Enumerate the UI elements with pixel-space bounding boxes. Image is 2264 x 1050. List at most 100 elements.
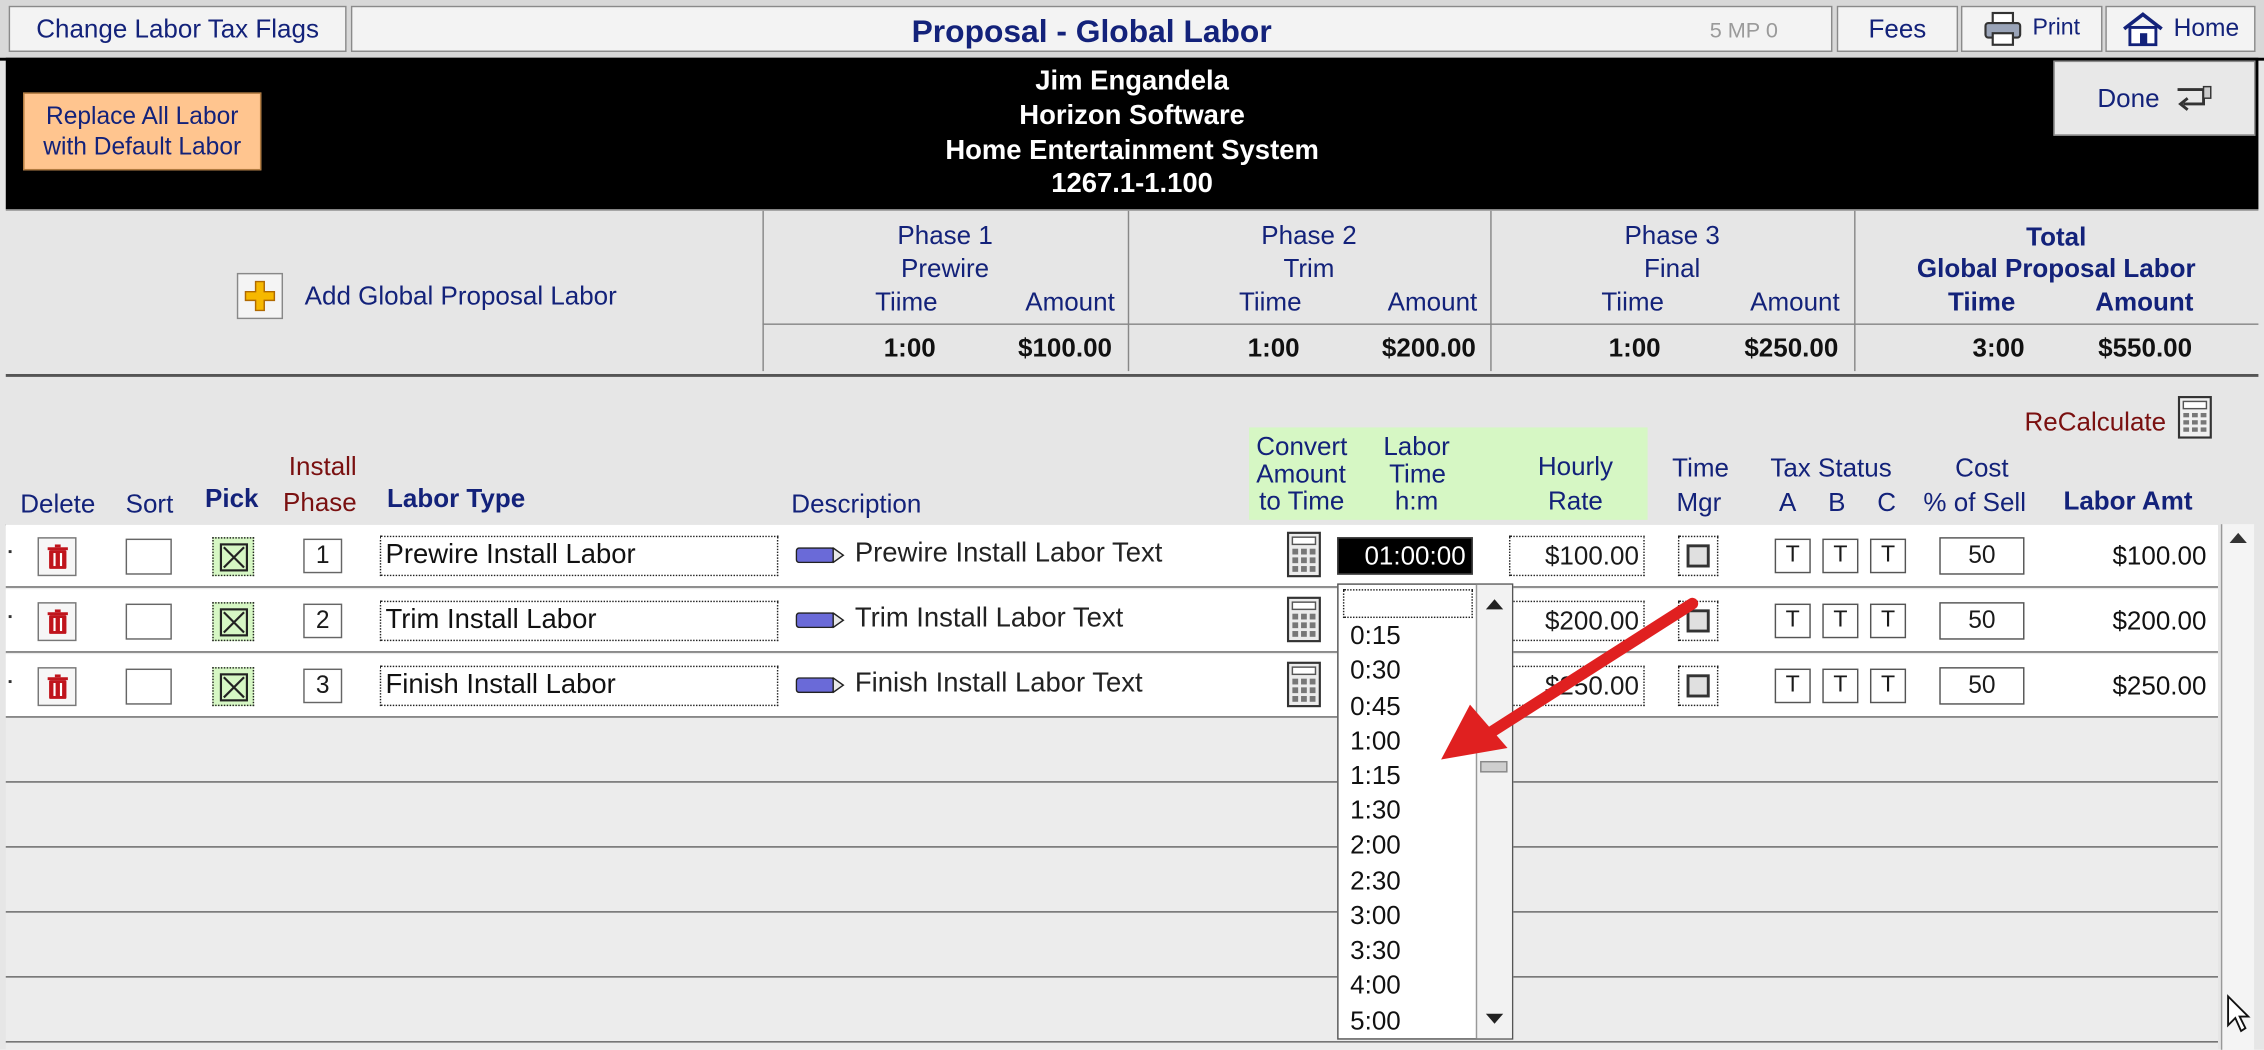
dropdown-option[interactable]: 5:00	[1350, 1006, 1401, 1036]
home-button[interactable]: Home	[2105, 5, 2256, 52]
pencil-icon[interactable]	[795, 547, 845, 564]
dropdown-option[interactable]: 3:30	[1350, 936, 1401, 966]
install-phase-field[interactable]: 2	[303, 603, 343, 639]
col-cost-1: Cost	[1955, 453, 2009, 483]
description-text[interactable]: Finish Install Labor Text	[855, 669, 1143, 701]
pick-checkbox[interactable]	[212, 602, 255, 642]
dropdown-option[interactable]: 0:45	[1350, 692, 1401, 722]
mouse-cursor-icon	[2227, 994, 2251, 1033]
phase-2-amount: $200.00	[1381, 333, 1476, 363]
phase-3-sub: Final	[1643, 254, 1701, 284]
recalculate-label[interactable]: ReCalculate	[2024, 407, 2166, 437]
sort-field[interactable]	[125, 668, 172, 705]
fees-button[interactable]: Fees	[1836, 5, 1959, 52]
dropdown-option[interactable]: 1:15	[1350, 761, 1401, 791]
home-label: Home	[2173, 14, 2240, 42]
description-text[interactable]: Prewire Install Labor Text	[855, 539, 1163, 571]
col-time-mgr-1: Time	[1672, 453, 1729, 483]
dropdown-option[interactable]: 1:30	[1350, 796, 1401, 826]
pencil-icon[interactable]	[795, 677, 845, 694]
return-arrow-icon	[2176, 85, 2211, 111]
trash-icon	[46, 608, 68, 634]
tax-c-toggle[interactable]: T	[1869, 668, 1907, 704]
plus-icon	[244, 280, 276, 312]
phase-1-sub: Prewire	[901, 254, 990, 284]
table-scrollbar[interactable]	[2220, 524, 2255, 1050]
dropdown-option[interactable]: 3:00	[1350, 901, 1401, 931]
done-label: Done	[2097, 83, 2160, 112]
summary-totals-row: 1:00 $100.00 1:00 $200.00 1:00 $250.00 3…	[762, 323, 2259, 372]
labor-type-field[interactable]: Trim Install Labor	[379, 600, 779, 642]
scroll-up-icon[interactable]	[2228, 530, 2248, 544]
phase-3-amount-label: Amount	[1750, 287, 1840, 317]
pick-checkbox[interactable]	[212, 537, 255, 577]
print-button[interactable]: Print	[1960, 5, 2103, 52]
checked-x-icon	[219, 607, 248, 636]
sort-field[interactable]	[125, 603, 172, 640]
tax-b-toggle[interactable]: T	[1822, 538, 1859, 574]
time-mgr-checkbox[interactable]	[1677, 535, 1719, 577]
labor-time-field[interactable]: 01:00:00	[1337, 537, 1473, 575]
delete-row-button[interactable]	[37, 667, 77, 707]
labor-amount: $100.00	[2112, 541, 2207, 571]
labor-type-field[interactable]: Finish Install Labor	[379, 665, 779, 707]
description-text[interactable]: Trim Install Labor Text	[855, 604, 1123, 636]
labor-amount: $250.00	[2112, 671, 2207, 701]
pick-checkbox[interactable]	[212, 667, 255, 707]
change-labor-tax-flags-label: Change Labor Tax Flags	[36, 13, 319, 43]
col-tax-c: C	[1877, 488, 1896, 517]
labor-type-field[interactable]: Prewire Install Labor	[379, 535, 779, 577]
dropdown-option[interactable]: 2:00	[1350, 830, 1401, 860]
dropdown-option[interactable]: 0:30	[1350, 656, 1401, 686]
phase-3-name: Phase 3	[1624, 220, 1720, 250]
dropdown-option[interactable]: 1:00	[1350, 726, 1401, 756]
pencil-icon[interactable]	[795, 612, 845, 629]
tax-a-toggle[interactable]: T	[1774, 538, 1811, 574]
printer-icon	[1983, 11, 2021, 46]
proposal-number: 1267.1-1.100	[1051, 168, 1213, 200]
total-amount-label: Amount	[2095, 287, 2194, 317]
dropdown-option[interactable]: 4:00	[1350, 970, 1401, 1000]
col-convert-1: Convert	[1256, 431, 1348, 461]
tax-a-toggle[interactable]: T	[1774, 668, 1811, 704]
tax-c-toggle[interactable]: T	[1869, 538, 1907, 574]
tax-b-toggle[interactable]: T	[1822, 603, 1859, 639]
client-name: Jim Engandela	[1035, 66, 1229, 97]
col-tax-b: B	[1828, 488, 1846, 517]
col-labor-amt: Labor Amt	[2063, 486, 2193, 516]
top-bar: Change Labor Tax Flags Proposal - Global…	[0, 0, 2264, 61]
dropdown-option[interactable]: 2:30	[1350, 866, 1401, 896]
calculator-icon[interactable]	[1286, 596, 1322, 643]
empty-row	[5, 849, 2218, 913]
install-phase-field[interactable]: 1	[303, 538, 343, 574]
phase-2-name: Phase 2	[1261, 220, 1357, 250]
project-name: Home Entertainment System	[945, 135, 1319, 167]
delete-row-button[interactable]	[37, 537, 77, 577]
calculator-icon[interactable]	[1286, 661, 1322, 708]
cost-percent-field[interactable]: 50	[1939, 537, 2025, 575]
tax-c-toggle[interactable]: T	[1869, 603, 1907, 639]
done-button[interactable]: Done	[2053, 60, 2256, 136]
sort-field[interactable]	[125, 538, 172, 575]
scroll-down-icon[interactable]	[1484, 1012, 1504, 1026]
fees-label: Fees	[1868, 13, 1927, 43]
cost-percent-field[interactable]: 50	[1939, 602, 2025, 640]
dropdown-option[interactable]: 0:15	[1350, 621, 1401, 651]
tax-b-toggle[interactable]: T	[1822, 668, 1859, 704]
cost-percent-field[interactable]: 50	[1939, 667, 2025, 705]
change-labor-tax-flags-button[interactable]: Change Labor Tax Flags	[8, 5, 347, 52]
labor-table: 1 Prewire Install Labor Prewire Install …	[5, 524, 2218, 1050]
install-phase-field[interactable]: 3	[303, 668, 343, 704]
tax-a-toggle[interactable]: T	[1774, 603, 1811, 639]
col-labor-2: Time	[1389, 459, 1446, 489]
red-arrow-annotation	[1441, 597, 1699, 760]
calculator-icon[interactable]	[2177, 396, 2213, 439]
hourly-rate-field[interactable]: $100.00	[1508, 535, 1645, 577]
add-labor-button[interactable]	[236, 272, 284, 320]
phase-1-time: 1:00	[883, 333, 936, 363]
calculator-icon[interactable]	[1286, 531, 1322, 578]
phase-summary: Add Global Proposal Labor Phase 1 Prewir…	[5, 209, 2259, 377]
phase-2-sub: Trim	[1283, 254, 1335, 284]
col-labor-type: Labor Type	[386, 483, 526, 513]
delete-row-button[interactable]	[37, 602, 77, 642]
